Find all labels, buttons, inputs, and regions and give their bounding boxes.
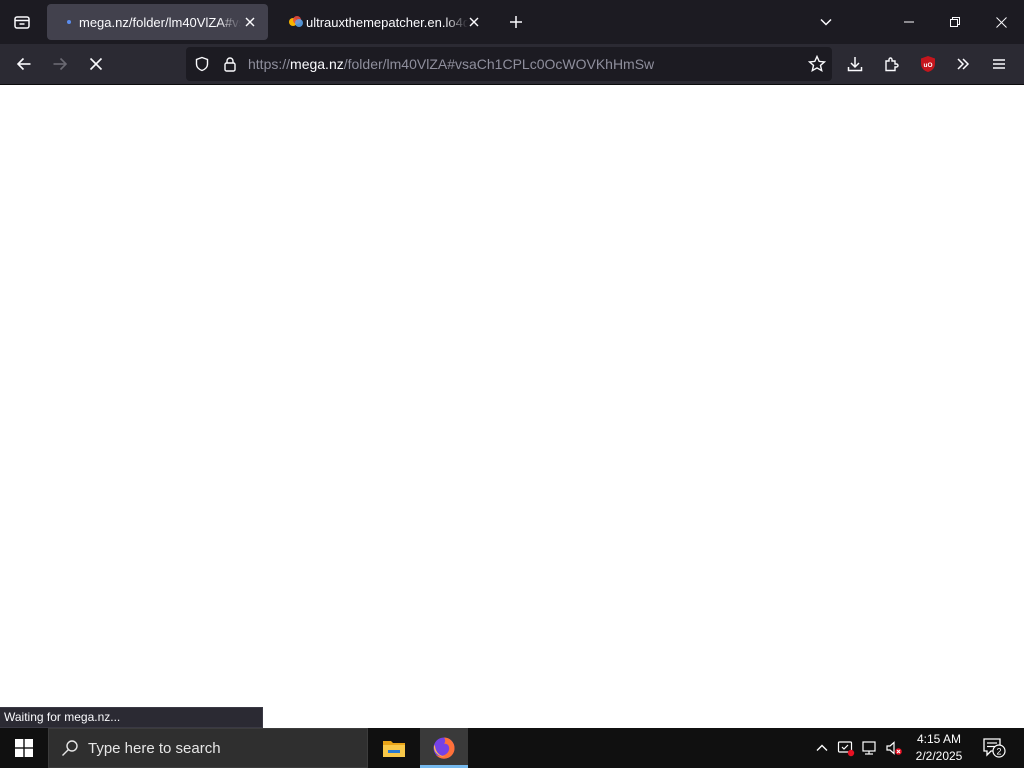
star-icon[interactable] bbox=[808, 55, 826, 73]
tab-list-icon[interactable] bbox=[8, 8, 36, 36]
url-scheme: https:// bbox=[248, 56, 291, 72]
arrow-left-icon[interactable] bbox=[8, 48, 40, 80]
restore-icon[interactable] bbox=[932, 0, 978, 44]
taskbar-search[interactable]: Type here to search bbox=[48, 728, 368, 768]
tab-title: ultrauxthemepatcher.en.lo4d.com bbox=[306, 14, 468, 30]
url-host: mega.nz bbox=[290, 56, 344, 72]
shield-icon[interactable] bbox=[194, 56, 210, 72]
network-icon[interactable] bbox=[860, 738, 880, 758]
puzzle-icon[interactable] bbox=[876, 48, 908, 80]
tab-lo4d[interactable]: ultrauxthemepatcher.en.lo4d.com bbox=[274, 4, 492, 40]
firefox-icon[interactable] bbox=[420, 728, 468, 768]
chevron-down-icon[interactable] bbox=[812, 8, 840, 36]
loading-dot-icon bbox=[61, 14, 77, 30]
status-panel: Waiting for mega.nz... bbox=[0, 707, 263, 728]
lo4d-favicon-icon bbox=[288, 14, 304, 30]
clock-date: 2/2/2025 bbox=[915, 749, 963, 763]
download-icon[interactable] bbox=[839, 48, 871, 80]
volume-muted-icon[interactable] bbox=[884, 738, 904, 758]
arrow-right-icon[interactable] bbox=[44, 48, 76, 80]
hamburger-icon[interactable] bbox=[983, 48, 1015, 80]
ublock-origin-icon[interactable]: uO bbox=[912, 48, 944, 80]
search-placeholder: Type here to search bbox=[88, 740, 221, 757]
chevron-up-icon[interactable] bbox=[812, 738, 832, 758]
close-window-icon[interactable] bbox=[978, 0, 1024, 44]
plus-icon[interactable] bbox=[502, 8, 530, 36]
url-text[interactable]: https://mega.nz/folder/lm40VlZA#vsaCh1CP… bbox=[248, 56, 654, 72]
tab-mega[interactable]: mega.nz/folder/lm40VlZA#vsaCh1CPLc0OcWOV… bbox=[47, 4, 268, 40]
stop-loading-icon[interactable] bbox=[80, 48, 112, 80]
taskbar: Type here to search 4:15 AM 2/2/2025 2 bbox=[0, 728, 1024, 768]
security-icon[interactable] bbox=[836, 738, 856, 758]
close-tab-icon[interactable] bbox=[466, 14, 482, 30]
search-icon bbox=[61, 739, 79, 757]
navigation-toolbar: https://mega.nz/folder/lm40VlZA#vsaCh1CP… bbox=[0, 44, 1024, 85]
chevron-double-right-icon[interactable] bbox=[947, 48, 979, 80]
clock-time: 4:15 AM bbox=[916, 732, 962, 746]
page-content bbox=[0, 85, 1024, 728]
file-explorer-icon[interactable] bbox=[370, 728, 418, 768]
notification-icon[interactable]: 2 bbox=[980, 736, 1008, 760]
windows-start-icon[interactable] bbox=[0, 728, 48, 768]
clock[interactable]: 4:15 AM 2/2/2025 bbox=[908, 731, 970, 765]
svg-text:uO: uO bbox=[923, 62, 932, 69]
tab-title: mega.nz/folder/lm40VlZA#vsaCh1CPLc0OcWOV… bbox=[79, 14, 241, 30]
tab-strip: mega.nz/folder/lm40VlZA#vsaCh1CPLc0OcWOV… bbox=[0, 0, 1024, 44]
notification-count: 2 bbox=[996, 747, 1001, 757]
lock-icon[interactable] bbox=[222, 56, 238, 72]
url-path: /folder/lm40VlZA#vsaCh1CPLc0OcWOVKhHmSw bbox=[343, 56, 655, 72]
address-bar[interactable]: https://mega.nz/folder/lm40VlZA#vsaCh1CP… bbox=[186, 47, 832, 81]
close-tab-icon[interactable] bbox=[242, 14, 258, 30]
minimize-icon[interactable] bbox=[886, 0, 932, 44]
